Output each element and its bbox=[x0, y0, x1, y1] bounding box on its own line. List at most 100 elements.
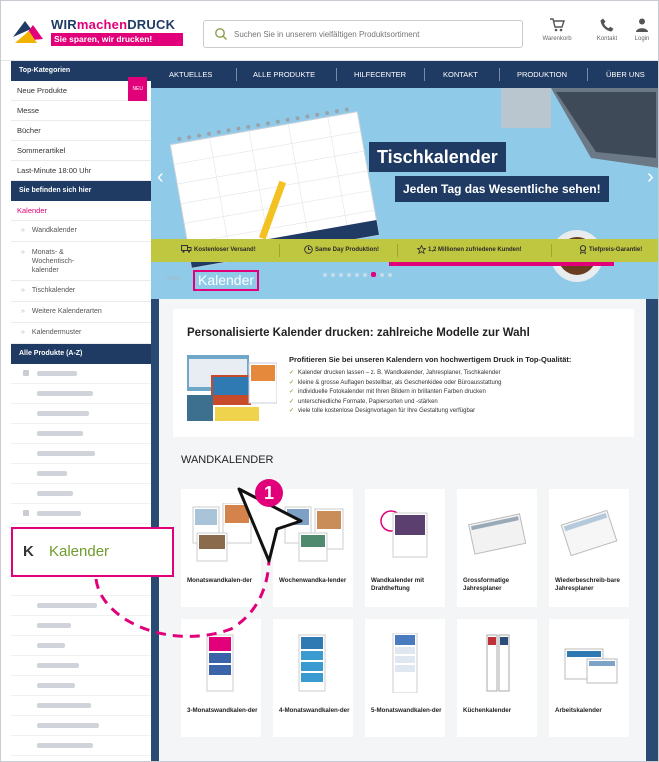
blurred-list-item[interactable] bbox=[11, 404, 151, 424]
banner-title: Tischkalender bbox=[369, 142, 506, 172]
product-card-label: Arbeitskalender bbox=[555, 707, 602, 714]
list-item: ✓ Kalender drucken lassen – z. B. Wandkal… bbox=[289, 370, 501, 376]
nav-item-ueber-uns[interactable]: ÜBER UNS bbox=[606, 61, 645, 88]
blurred-list-item[interactable] bbox=[11, 616, 151, 636]
product-card-label: Wandkalender mit Drahtheftung bbox=[371, 577, 425, 592]
list-item: ✓ individuelle Fotokalender mit Ihren Bil… bbox=[289, 389, 486, 395]
main-content: AKTUELLES ALLE PRODUKTE HILFECENTER KONT… bbox=[151, 61, 658, 761]
blurred-list-item[interactable] bbox=[11, 736, 151, 756]
login-label: Login bbox=[634, 36, 650, 42]
blurred-list-item[interactable] bbox=[11, 676, 151, 696]
carousel-dots[interactable] bbox=[323, 264, 396, 282]
product-card-label: Wiederbeschreib-bare Jahresplaner bbox=[555, 577, 620, 592]
blurred-list-item[interactable] bbox=[11, 656, 151, 676]
cart-button[interactable]: Warenkorb bbox=[537, 17, 577, 42]
product-thumbnail bbox=[298, 634, 326, 692]
nav-item-hilfecenter[interactable]: HILFECENTER bbox=[354, 61, 406, 88]
intro-box: Personalisierte Kalender drucken: zahlre… bbox=[173, 309, 634, 437]
product-card-kuechenkalender[interactable]: Küchenkalender bbox=[457, 619, 537, 737]
sidebar-item-buecher[interactable]: Bücher bbox=[11, 121, 151, 141]
hero-banner[interactable]: ‹ › Tischkalender Jeden Tag das Wesentli… bbox=[151, 88, 658, 299]
banner-prev-arrow[interactable]: ‹ bbox=[157, 166, 164, 189]
product-card-label: Wochenwandka-lender bbox=[279, 577, 347, 584]
sidebar-sub-kalendermuster[interactable]: » Kalendermuster bbox=[11, 323, 151, 344]
truck-icon bbox=[181, 245, 192, 254]
blurred-list-item[interactable] bbox=[11, 696, 151, 716]
chevron-right-icon: » bbox=[21, 308, 25, 315]
blurred-list-item[interactable] bbox=[11, 464, 151, 484]
blurred-list-item[interactable] bbox=[11, 636, 151, 656]
usp-shipping: Kostenloser Versand! bbox=[181, 239, 256, 262]
search-bar[interactable] bbox=[203, 20, 523, 48]
chevron-right-icon: » bbox=[21, 329, 25, 336]
page-title: Kalender bbox=[193, 270, 260, 291]
nav-item-kontakt[interactable]: KONTAKT bbox=[443, 61, 478, 88]
product-card-4-monats[interactable]: 4-Monatswandkalen-der bbox=[273, 619, 353, 737]
product-card-wochenwandkalender[interactable]: Wochenwandka-lender bbox=[273, 489, 353, 607]
product-thumbnail bbox=[380, 510, 428, 558]
product-card-label: 3-Monatswandkalen-der bbox=[187, 707, 258, 714]
chevron-right-icon: » bbox=[21, 287, 25, 294]
breadcrumb-home[interactable]: Home bbox=[165, 276, 181, 282]
blurred-list-item[interactable] bbox=[11, 504, 151, 524]
calendar-collage-image bbox=[187, 355, 277, 421]
blurred-list-item[interactable] bbox=[11, 596, 151, 616]
nav-item-produktion[interactable]: PRODUKTION bbox=[517, 61, 567, 88]
star-icon bbox=[416, 244, 427, 255]
chevron-right-icon: » bbox=[21, 249, 25, 256]
category-sidebar: Top-Kategorien Neue Produkte NEU Messe B… bbox=[11, 61, 151, 761]
product-card-5-monats[interactable]: 5-Monatswandkalen-der bbox=[365, 619, 445, 737]
product-card-3-monats[interactable]: 3-Monatswandkalen-der bbox=[181, 619, 261, 737]
content-area: Personalisierte Kalender drucken: zahlre… bbox=[159, 299, 646, 761]
sidebar-item-sommerartikel[interactable]: Sommerartikel bbox=[11, 141, 151, 161]
sidebar-item-last-minute[interactable]: Last-Minute 18:00 Uhr bbox=[11, 161, 151, 181]
product-card-label: 4-Monatswandkalen-der bbox=[279, 707, 350, 714]
sidebar-item-kalender[interactable]: Kalender bbox=[11, 201, 151, 221]
product-card-label: 5-Monatswandkalen-der bbox=[371, 707, 442, 714]
sidebar-sub-tischkalender[interactable]: » Tischkalender bbox=[11, 281, 151, 302]
login-button[interactable]: Login bbox=[627, 17, 657, 42]
intro-bullets: ✓ Kalender drucken lassen – z. B. Wandkal… bbox=[289, 369, 502, 417]
logo-icon bbox=[13, 21, 43, 43]
product-thumbnail bbox=[284, 506, 344, 562]
cart-icon bbox=[550, 18, 565, 32]
product-card-wiederbeschreibbar[interactable]: Wiederbeschreib-bare Jahresplaner bbox=[549, 489, 629, 607]
nav-item-aktuelles[interactable]: AKTUELLES bbox=[169, 61, 212, 88]
blurred-list-item[interactable] bbox=[11, 484, 151, 504]
user-icon bbox=[636, 18, 648, 32]
product-card-monatswandkalender[interactable]: Monatswandkalen-der bbox=[181, 489, 261, 607]
search-input[interactable] bbox=[234, 26, 514, 42]
usp-customers: 1,2 Millionen zufriedene Kunden! bbox=[416, 239, 522, 262]
blurred-list-item[interactable] bbox=[11, 756, 151, 761]
blurred-list-item[interactable] bbox=[11, 716, 151, 736]
check-icon: ✓ bbox=[289, 398, 295, 405]
product-card-drahtheftung[interactable]: Wandkalender mit Drahtheftung bbox=[365, 489, 445, 607]
product-card-label: Küchenkalender bbox=[463, 707, 512, 714]
check-icon: ✓ bbox=[289, 370, 295, 376]
blurred-list-item[interactable] bbox=[11, 424, 151, 444]
blurred-list-item[interactable] bbox=[11, 444, 151, 464]
sidebar-item-messe[interactable]: Messe bbox=[11, 101, 151, 121]
product-card-arbeitskalender[interactable]: Arbeitskalender bbox=[549, 619, 629, 737]
search-icon bbox=[215, 28, 227, 40]
usp-same-day: Same Day Produktion! bbox=[304, 239, 379, 262]
product-card-jahresplaner-gross[interactable]: Grossformatige Jahresplaner bbox=[457, 489, 537, 607]
cart-label: Warenkorb bbox=[542, 36, 572, 42]
banner-next-arrow[interactable]: › bbox=[647, 166, 654, 189]
list-item: ✓ unterschiedliche Formate, Papiersorten … bbox=[289, 398, 438, 405]
contact-button[interactable]: Kontakt bbox=[587, 17, 627, 42]
blurred-list-item[interactable] bbox=[11, 364, 151, 384]
product-thumbnail bbox=[392, 633, 418, 693]
new-badge: NEU bbox=[128, 77, 147, 101]
main-nav: AKTUELLES ALLE PRODUKTE HILFECENTER KONT… bbox=[151, 61, 658, 88]
blurred-spacer bbox=[11, 544, 151, 596]
sidebar-sub-wandkalender[interactable]: » Wandkalender bbox=[11, 221, 151, 242]
check-icon: ✓ bbox=[289, 389, 295, 395]
sidebar-item-new-products[interactable]: Neue Produkte NEU bbox=[11, 77, 151, 101]
site-logo[interactable]: WIRmachenDRUCK Sie sparen, wir drucken! bbox=[11, 15, 183, 49]
nav-item-alle-produkte[interactable]: ALLE PRODUKTE bbox=[253, 61, 315, 88]
sidebar-sub-weitere[interactable]: » Weitere Kalenderarten bbox=[11, 302, 151, 323]
blurred-list-item[interactable] bbox=[11, 524, 151, 544]
sidebar-sub-monats-wochentisch[interactable]: » Monats- & Wochentisch-kalender bbox=[11, 242, 151, 281]
blurred-list-item[interactable] bbox=[11, 384, 151, 404]
